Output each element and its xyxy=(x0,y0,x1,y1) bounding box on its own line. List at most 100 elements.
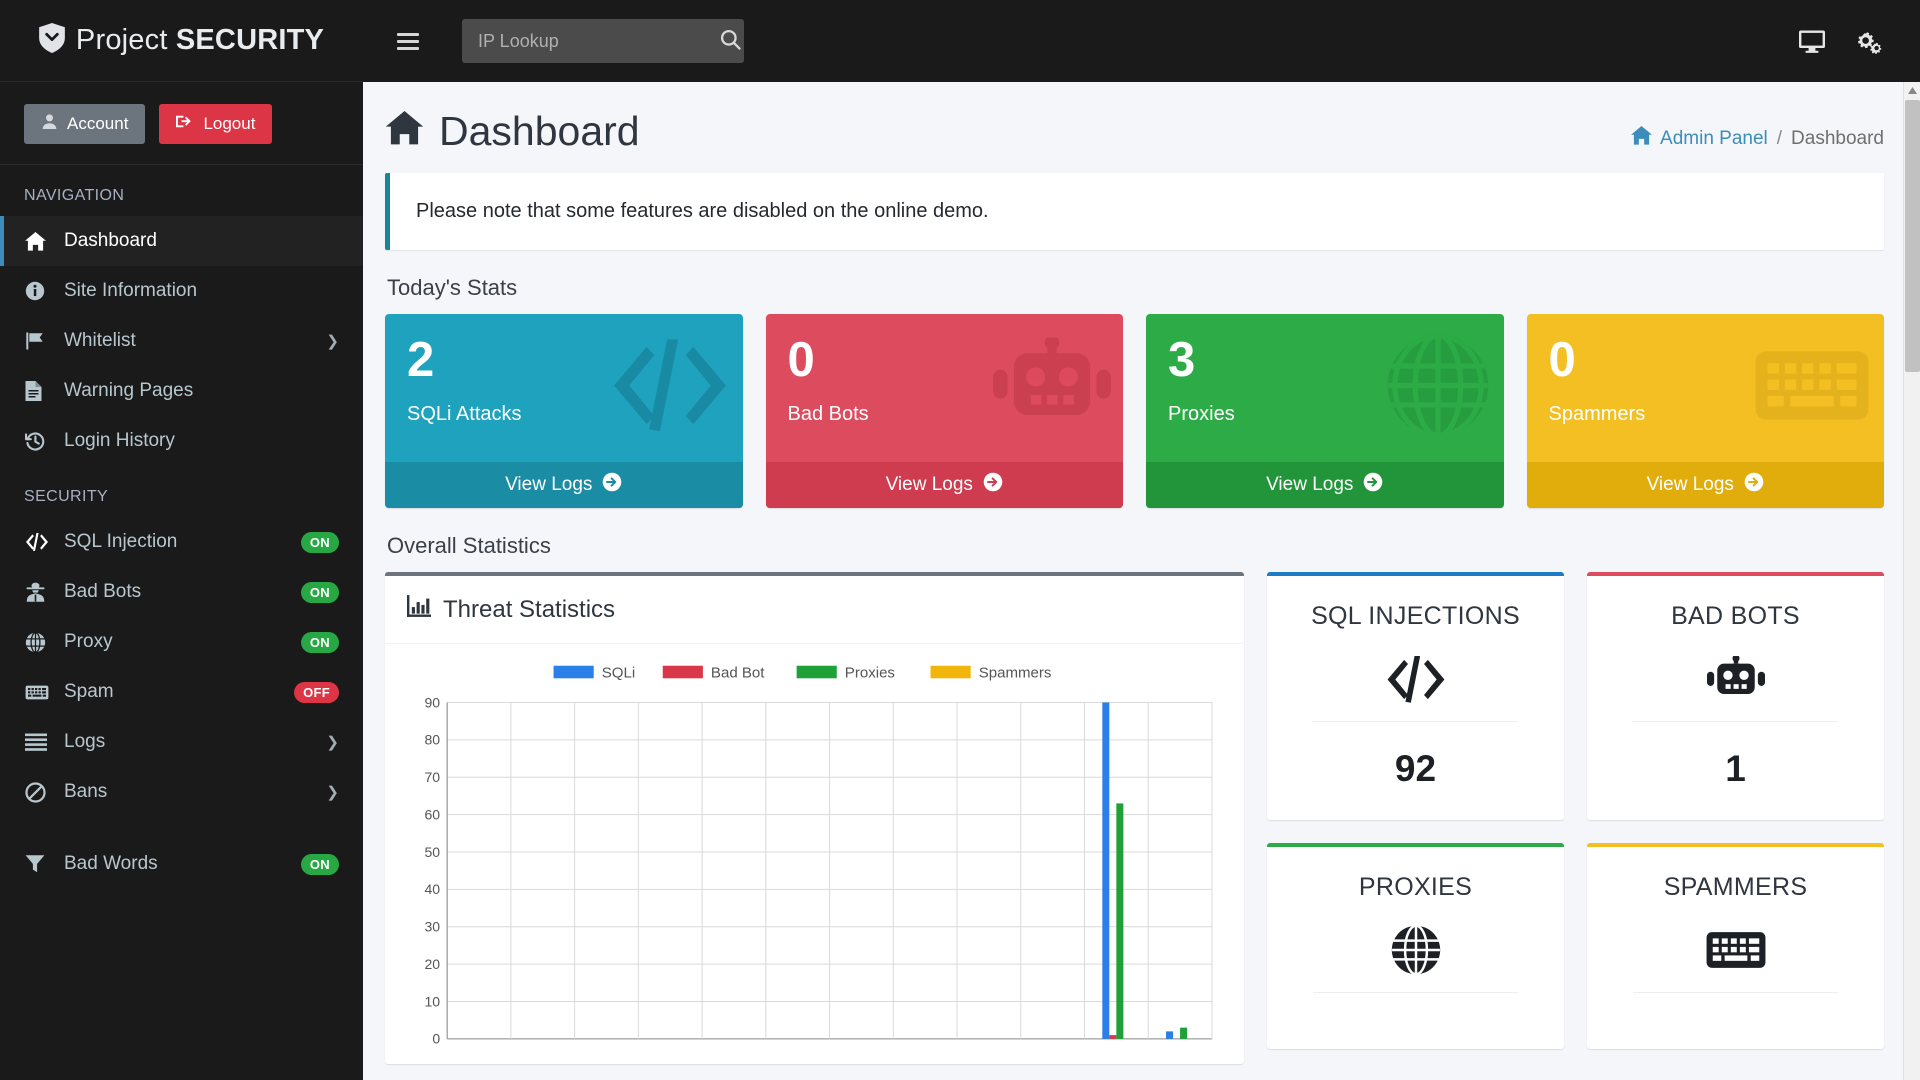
view-logs-link[interactable]: View Logs xyxy=(1146,462,1504,508)
stat-card-bad-bots[interactable]: 0 Bad Bots View Logs xyxy=(765,314,1124,508)
legend-label: Proxies xyxy=(845,666,895,682)
stat-card-proxies[interactable]: 3 Proxies View Logs xyxy=(1146,314,1504,508)
sidebar-item-bad-bots[interactable]: Bad Bots ON xyxy=(0,567,363,617)
robot-icon xyxy=(1605,641,1866,717)
tile-spammers[interactable]: SPAMMERS xyxy=(1587,843,1884,1049)
search-icon xyxy=(720,29,741,53)
breadcrumb-admin-panel[interactable]: Admin Panel xyxy=(1631,126,1768,151)
brand-logo[interactable]: Project SECURITY xyxy=(0,0,363,82)
sidebar-item-logs[interactable]: Logs ❯ xyxy=(0,717,363,767)
chart-bar xyxy=(1180,1027,1188,1039)
sidebar-item-label: Spam xyxy=(64,681,114,702)
y-tick-label: 60 xyxy=(425,808,441,823)
topbar-actions xyxy=(1798,29,1896,54)
stat-card-sqli-attacks[interactable]: 2 SQLi Attacks View Logs xyxy=(385,314,743,508)
chart-bar xyxy=(1166,1031,1174,1039)
hamburger-icon[interactable] xyxy=(389,27,427,56)
sidebar-item-login-history[interactable]: Login History xyxy=(0,416,363,466)
view-logs-link[interactable]: View Logs xyxy=(765,462,1123,508)
sidebar: Project SECURITY Account Logout NAVIGATI… xyxy=(0,0,363,1080)
user-secret-icon xyxy=(25,582,52,602)
account-button[interactable]: Account xyxy=(24,104,146,144)
nav-section-header: NAVIGATION xyxy=(24,187,125,204)
stat-card-body: 0 Bad Bots xyxy=(766,314,1124,462)
globe-icon xyxy=(1285,912,1546,988)
sidebar-item-spam[interactable]: Spam OFF xyxy=(0,667,363,717)
logout-button[interactable]: Logout xyxy=(159,104,273,144)
sidebar-item-label: Logs xyxy=(64,731,106,752)
stat-value: 0 xyxy=(1548,333,1576,387)
demo-notice: Please note that some features are disab… xyxy=(385,173,1884,250)
list-icon xyxy=(25,733,52,751)
tile-title: SQL INJECTIONS xyxy=(1311,602,1520,630)
desktop-icon[interactable] xyxy=(1798,29,1826,54)
stat-label: Proxies xyxy=(1168,403,1235,425)
todays-stats-row: 2 SQLi Attacks View Logs 0 Bad Bots View… xyxy=(385,314,1884,508)
threat-statistics-panel: Threat Statistics SQLi Bad Bot Proxies Spam… xyxy=(385,572,1244,1064)
y-tick-label: 70 xyxy=(425,770,441,785)
sidebar-item-bad-words[interactable]: Bad Words ON xyxy=(0,839,363,889)
legend-label: SQLi xyxy=(602,666,635,682)
stat-label: SQLi Attacks xyxy=(407,403,522,425)
code-icon xyxy=(25,533,52,551)
status-badge: ON xyxy=(300,531,339,553)
ip-lookup-search[interactable] xyxy=(462,19,744,63)
arrow-circle-right-icon xyxy=(1744,472,1764,498)
main-area: Dashboard Admin Panel / Dashboard Please… xyxy=(363,0,1920,1080)
search-button[interactable] xyxy=(710,23,751,59)
sidebar-item-sql-injection[interactable]: SQL Injection ON xyxy=(0,517,363,567)
sidebar-item-label: Dashboard xyxy=(64,230,157,251)
page-scrollbar[interactable] xyxy=(1903,82,1920,1080)
overall-stats-row: Threat Statistics SQLi Bad Bot Proxies Spam… xyxy=(385,572,1884,1064)
sidebar-item-whitelist[interactable]: Whitelist ❯ xyxy=(0,316,363,366)
stat-value: 0 xyxy=(787,333,815,387)
view-logs-label: View Logs xyxy=(505,474,593,495)
sidebar-item-site-information[interactable]: Site Information xyxy=(0,266,363,316)
home-icon xyxy=(1631,126,1652,151)
search-input[interactable] xyxy=(478,30,710,52)
scrollbar-track[interactable] xyxy=(1905,374,1920,1080)
cogs-icon[interactable] xyxy=(1854,29,1882,54)
logout-label: Logout xyxy=(203,114,256,133)
y-tick-label: 40 xyxy=(425,882,441,897)
sidebar-item-proxy[interactable]: Proxy ON xyxy=(0,617,363,667)
view-logs-label: View Logs xyxy=(885,474,973,495)
sidebar-item-dashboard[interactable]: Dashboard xyxy=(0,216,363,266)
stat-card-spammers[interactable]: 0 Spammers View Logs xyxy=(1526,314,1884,508)
sidebar-item-warning-pages[interactable]: Warning Pages xyxy=(0,366,363,416)
sidebar-item-label: Site Information xyxy=(64,280,198,301)
security-section-header: SECURITY xyxy=(24,488,109,505)
scroll-up-arrow-icon[interactable] xyxy=(1904,82,1920,99)
breadcrumb: Admin Panel / Dashboard xyxy=(1631,108,1884,151)
view-logs-label: View Logs xyxy=(1266,474,1354,495)
breadcrumb-current: Dashboard xyxy=(1791,127,1884,149)
flag-icon xyxy=(25,331,52,351)
scrollbar-thumb[interactable] xyxy=(1905,100,1920,372)
threat-statistics-chart[interactable]: SQLi Bad Bot Proxies Spammers 0 10 20 30 40 50 60 7… xyxy=(403,658,1226,1064)
arrow-circle-right-icon xyxy=(983,472,1003,498)
tile-bad-bots[interactable]: BAD BOTS 1 xyxy=(1587,572,1884,820)
tile-sql-injections[interactable]: SQL INJECTIONS 92 xyxy=(1267,572,1564,820)
tile-divider xyxy=(1313,721,1518,722)
chevron-right-icon: ❯ xyxy=(326,333,339,350)
tile-value: 1 xyxy=(1725,748,1746,789)
tile-proxies[interactable]: PROXIES xyxy=(1267,843,1564,1049)
brand-name-light: Project xyxy=(75,24,176,56)
chevron-right-icon: ❯ xyxy=(326,784,339,801)
globe-icon xyxy=(25,631,52,653)
filter-icon xyxy=(25,854,52,874)
chevron-right-icon: ❯ xyxy=(326,734,339,751)
file-text-icon xyxy=(25,381,52,401)
sidebar-item-label: Warning Pages xyxy=(64,380,194,401)
y-tick-label: 50 xyxy=(425,845,441,860)
sidebar-item-bans[interactable]: Bans ❯ xyxy=(0,767,363,817)
keyboard-icon xyxy=(1605,912,1866,988)
view-logs-link[interactable]: View Logs xyxy=(385,462,743,508)
view-logs-label: View Logs xyxy=(1646,474,1734,495)
tile-divider xyxy=(1313,992,1518,993)
content-inner: Please note that some features are disab… xyxy=(363,173,1920,1064)
bar-chart-icon xyxy=(407,595,431,624)
todays-stats-title: Today's Stats xyxy=(387,275,518,300)
view-logs-link[interactable]: View Logs xyxy=(1526,462,1884,508)
